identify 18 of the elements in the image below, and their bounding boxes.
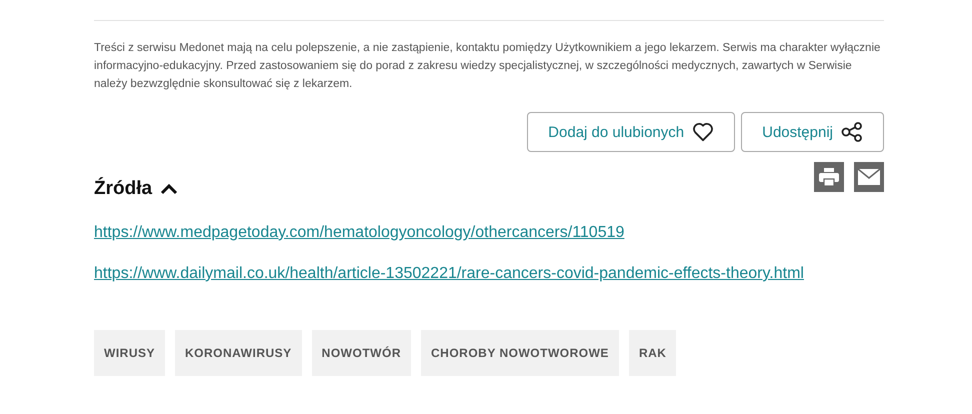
- tag-link[interactable]: NOWOTWÓR: [312, 330, 411, 376]
- source-link[interactable]: https://www.medpagetoday.com/hematologyoncology/othercancers/110519: [94, 224, 624, 241]
- chevron-icon: [160, 183, 178, 195]
- print-button[interactable]: [814, 162, 844, 192]
- heart-icon: [692, 122, 714, 142]
- sources-heading[interactable]: Źródła: [94, 178, 178, 200]
- envelope-icon: [858, 169, 880, 185]
- favorite-button[interactable]: Dodaj do ulubionych: [527, 112, 736, 152]
- tag-link[interactable]: WIRUSY: [94, 330, 165, 376]
- tag-link[interactable]: CHOROBY NOWOTWOROWE: [421, 330, 619, 376]
- printer-icon: [819, 168, 839, 186]
- email-button[interactable]: [854, 162, 884, 192]
- share-icon: [841, 121, 863, 143]
- share-button[interactable]: Udostępnij: [741, 112, 884, 152]
- tag-link[interactable]: KORONAWIRUSY: [175, 330, 302, 376]
- source-link[interactable]: https://www.dailymail.co.uk/health/article-13502221/rare-cancers-covid-pandemic-effects-theory.html: [94, 265, 804, 282]
- tag-link[interactable]: RAK: [628, 330, 676, 376]
- disclaimer-text: Treści z serwisu Medonet mają na celu polepszenie, a nie zastąpienie, kontaktu pomiędzy Użytkownikiem a jego lekarzem. Serwis ma charakter wyłącznie informacyjno-edukacyjny. Przed zastosowaniem się do porad z zakresu wiedzy specjalistycznej, w szczególności medycznych, zawartych w Serwisie należy bezwzględnie skonsultować się z lekarzem.: [94, 41, 882, 92]
